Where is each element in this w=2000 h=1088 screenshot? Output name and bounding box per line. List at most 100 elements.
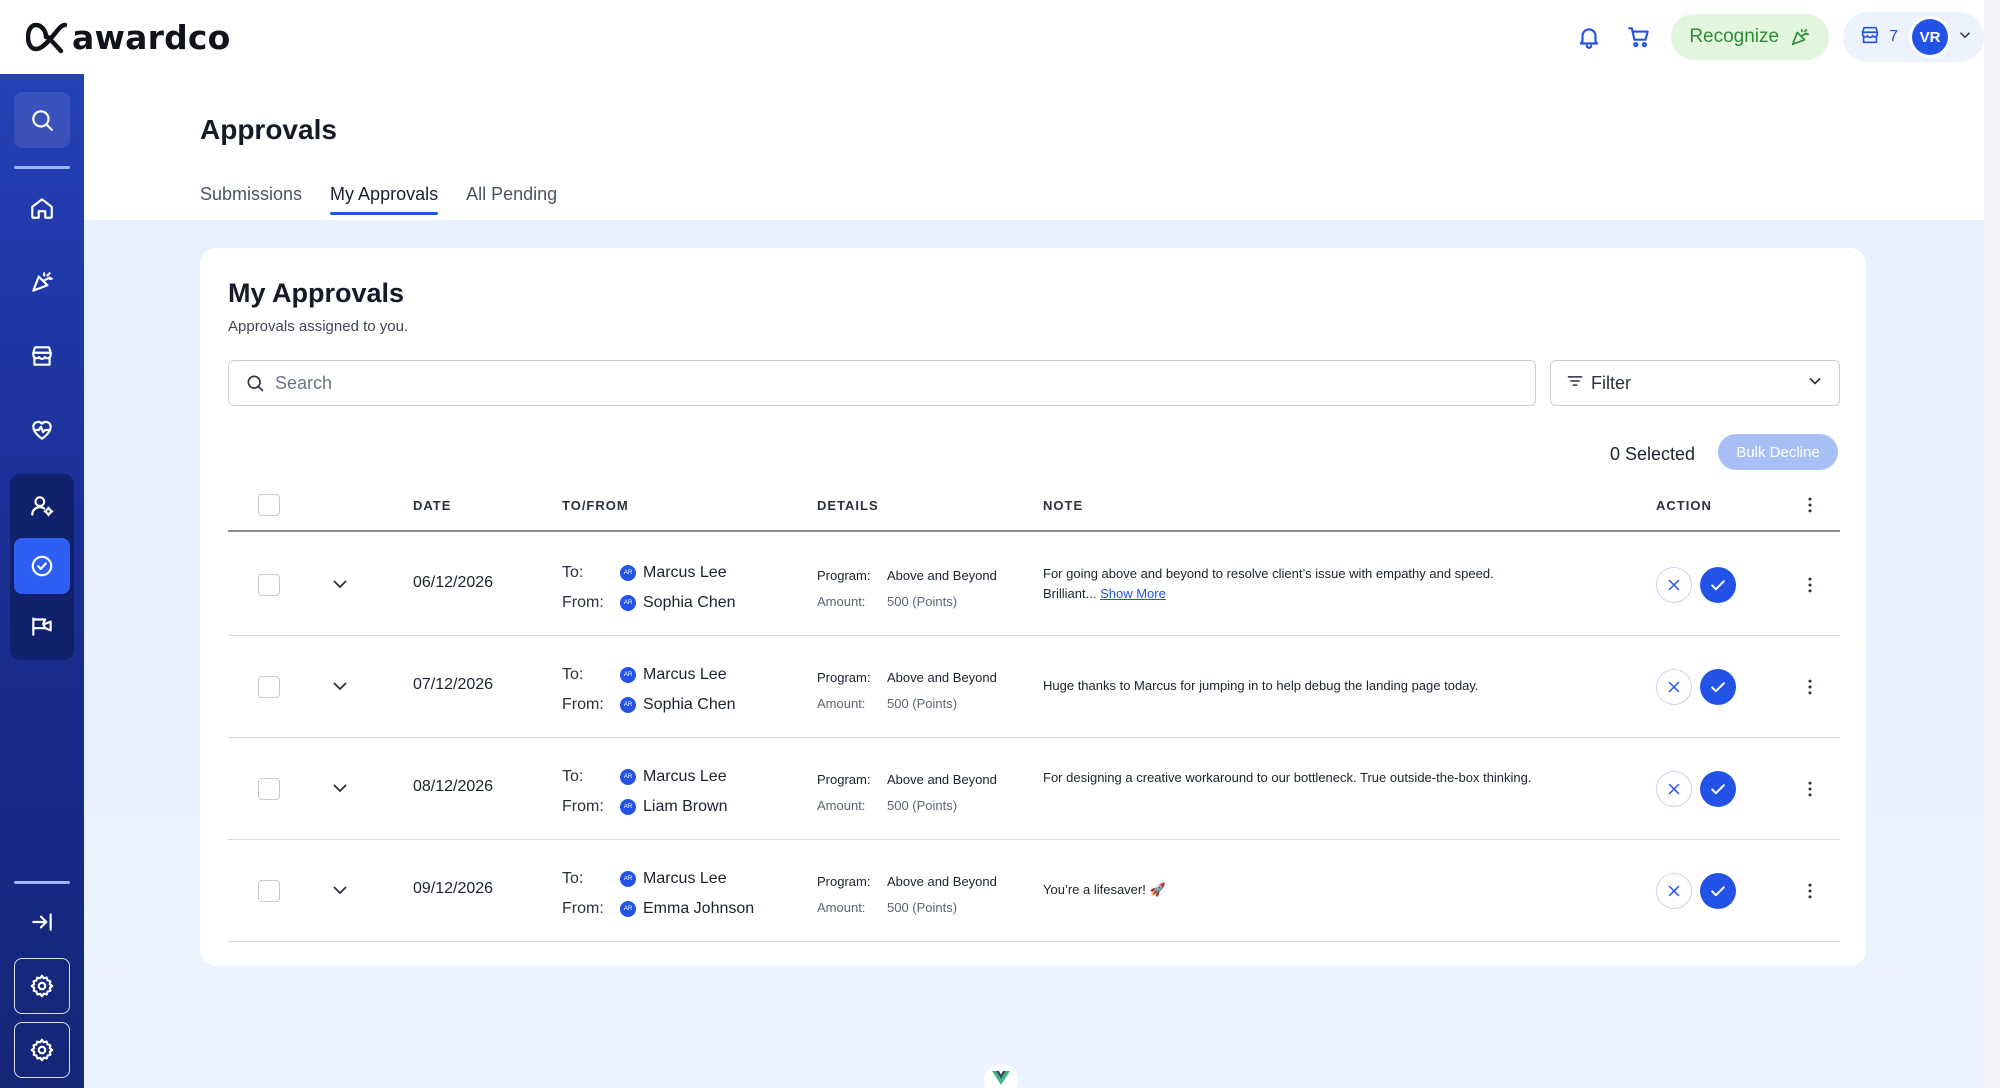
decline-button[interactable] [1656,771,1692,807]
logo-area: awardco [0,0,244,74]
row-expand-button[interactable] [328,878,352,902]
sidebar-collapse-button[interactable] [14,894,70,950]
filter-dropdown[interactable]: Filter [1550,360,1840,406]
row-checkbox[interactable] [258,880,280,902]
row-checkbox[interactable] [258,574,280,596]
decline-button[interactable] [1656,873,1692,909]
approve-button[interactable] [1700,771,1736,807]
row-options-button[interactable] [1798,675,1822,699]
sidebar-item-announcements[interactable] [14,598,70,654]
sidebar-item-approvals[interactable] [14,538,70,594]
recipient-name[interactable]: Marcus Lee [643,666,727,684]
approve-button[interactable] [1700,669,1736,705]
check-icon [1711,886,1725,897]
search-input[interactable] [275,372,1475,394]
sidebar-item-search[interactable] [14,92,70,148]
sender-name[interactable]: Sophia Chen [643,594,736,612]
program-label: Program: [817,567,871,583]
program-label: Program: [817,771,871,787]
tab-my-approvals[interactable]: My Approvals [330,184,439,215]
decline-button[interactable] [1656,567,1692,603]
check-icon [1711,784,1725,795]
account-menu[interactable]: 7 VR [1843,12,1984,62]
recipient-name[interactable]: Marcus Lee [643,564,727,582]
row-options-button[interactable] [1798,777,1822,801]
row-expand-button[interactable] [328,572,352,596]
decline-button[interactable] [1656,669,1692,705]
store-count: 7 [1889,28,1898,45]
row-checkbox[interactable] [258,676,280,698]
chevron-down-icon [333,682,347,691]
approve-button[interactable] [1700,873,1736,909]
sidebar-item-people[interactable] [14,478,70,534]
program-value: Above and Beyond [887,771,997,787]
column-header-date[interactable]: DATE [413,478,451,532]
program-label: Program: [817,873,871,889]
row-to-from: To: AR Marcus Lee From: AR Liam Brown [562,762,727,822]
tab-all-pending[interactable]: All Pending [466,184,557,215]
note-text: You’re a lifesaver! 🚀 [1043,882,1166,897]
bell-icon [1580,28,1599,49]
column-header-details: DETAILS [817,497,879,513]
heart-pulse-icon [32,420,52,440]
row-details: Program: Above and Beyond Amount: 500 (Poi… [817,664,997,716]
store-icon [1861,26,1879,43]
row-expand-button[interactable] [328,776,352,800]
approve-button[interactable] [1700,567,1736,603]
row-actions [1656,669,1736,705]
row-date: 08/12/2026 [413,778,494,795]
from-label: From: [562,900,604,917]
column-header-to-from[interactable]: TO/FROM [562,478,629,532]
gear-icon [30,974,54,998]
sidebar-item-recognize[interactable] [14,254,70,310]
confetti-icon [1791,28,1810,46]
sender-name[interactable]: Liam Brown [643,798,727,816]
tab-submissions[interactable]: Submissions [200,184,302,215]
table-row: 07/12/2026 To: AR Marcus Lee From: AR Sophia… [228,636,1840,738]
filter-chevron [1805,371,1825,396]
from-label: From: [562,594,604,611]
sender-name[interactable]: Sophia Chen [643,696,736,714]
card-subtitle: Approvals assigned to you. [228,318,409,335]
column-options-button[interactable] [1798,493,1822,517]
row-details: Program: Above and Beyond Amount: 500 (Poi… [817,766,997,818]
recipient-name[interactable]: Marcus Lee [643,768,727,786]
row-checkbox[interactable] [258,778,280,800]
sidebar-divider [14,166,70,169]
recipient-avatar: AR [620,667,636,683]
amount-value: 500 (Points) [887,695,958,711]
note-text: For designing a creative workaround to o… [1043,770,1532,785]
recipient-name[interactable]: Marcus Lee [643,870,727,888]
user-avatar: VR [1912,19,1948,55]
row-expand-button[interactable] [328,674,352,698]
cart-button[interactable] [1621,19,1657,55]
row-note: Huge thanks to Marcus for jumping in to … [1043,676,1543,696]
table-row: 09/12/2026 To: AR Marcus Lee From: AR Emma J… [228,840,1840,942]
vue-logo-icon [992,1071,1010,1085]
close-icon [1668,579,1680,591]
recognize-button[interactable]: Recognize [1671,14,1830,60]
from-label: From: [562,696,604,713]
sidebar-item-admin-settings[interactable] [14,1022,70,1078]
more-vertical-icon [1808,781,1812,797]
show-more-link[interactable]: Show More [1100,586,1166,601]
more-vertical-icon [1808,577,1812,593]
to-label: To: [562,870,584,887]
table-row: 06/12/2026 To: AR Marcus Lee From: AR Sophia… [228,534,1840,636]
select-all-checkbox[interactable] [258,494,280,516]
amount-label: Amount: [817,899,866,915]
sender-name[interactable]: Emma Johnson [643,900,754,918]
row-options-button[interactable] [1798,573,1822,597]
bulk-decline-button[interactable]: Bulk Decline [1718,434,1838,470]
row-actions [1656,567,1736,603]
program-label: Program: [817,669,871,685]
sidebar-item-settings[interactable] [14,958,70,1014]
row-details: Program: Above and Beyond Amount: 500 (Poi… [817,562,997,614]
row-options-button[interactable] [1798,879,1822,903]
sidebar-item-home[interactable] [14,180,70,236]
sidebar-item-wellness[interactable] [14,402,70,458]
notifications-button[interactable] [1571,19,1607,55]
tab-bar: Submissions My Approvals All Pending [200,184,557,215]
brand-logo[interactable]: awardco [26,16,231,58]
sidebar-item-store[interactable] [14,328,70,384]
